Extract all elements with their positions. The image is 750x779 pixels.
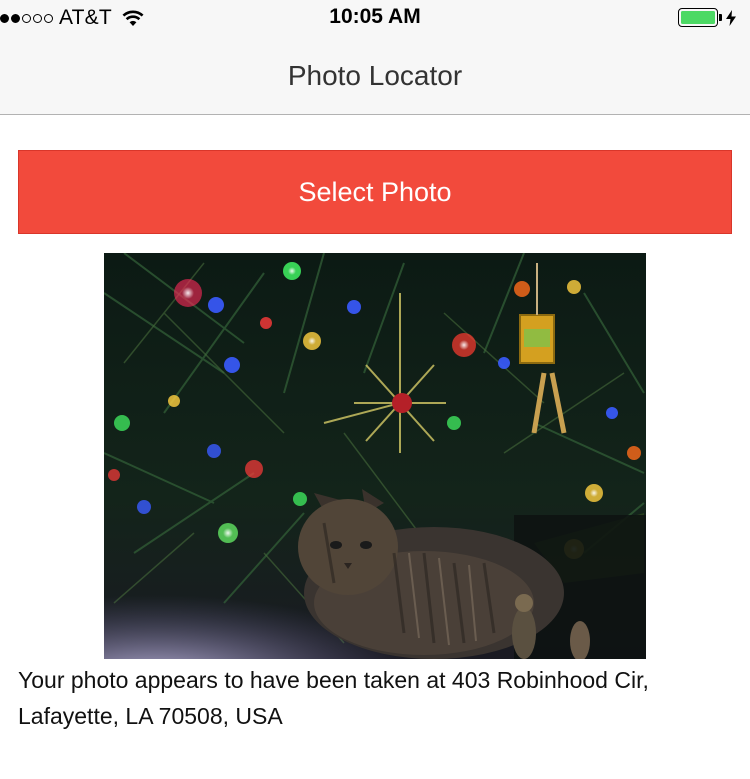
battery-icon xyxy=(678,8,736,27)
status-bar: AT&T 10:05 AM xyxy=(0,0,750,40)
location-result-text: Your photo appears to have been taken at… xyxy=(18,667,649,729)
photo-image xyxy=(104,253,646,659)
charging-bolt-icon xyxy=(726,9,736,26)
selected-photo xyxy=(104,253,646,659)
status-time: 10:05 AM xyxy=(329,5,421,28)
select-photo-button[interactable]: Select Photo xyxy=(18,150,732,234)
page-title: Photo Locator xyxy=(287,60,463,91)
navigation-bar: Photo Locator xyxy=(0,40,750,115)
